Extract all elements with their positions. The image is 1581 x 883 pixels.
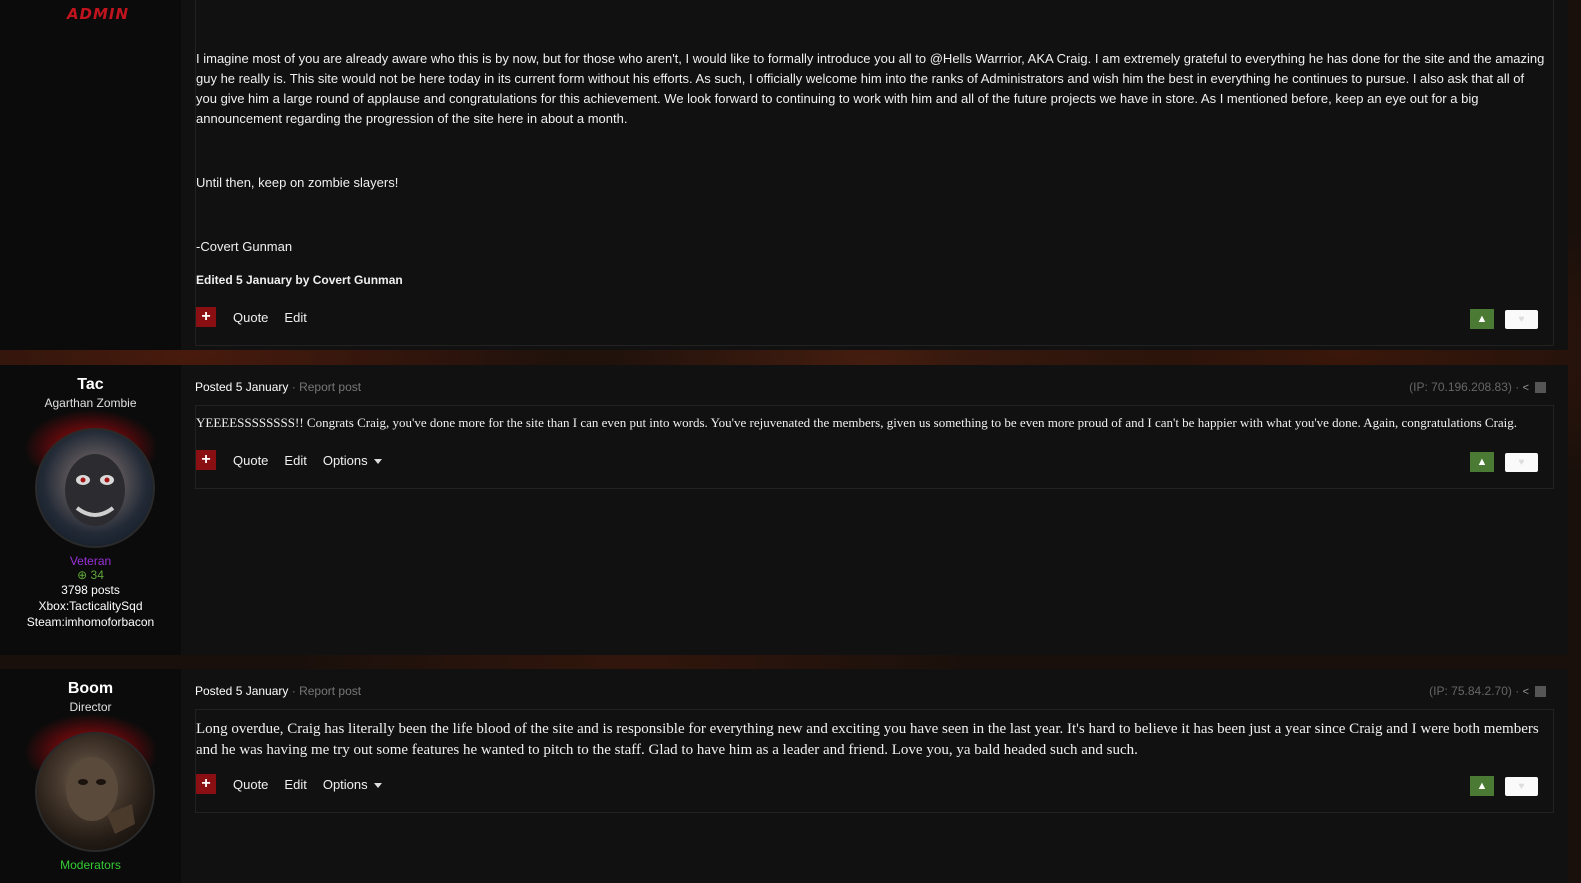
post-paragraph: I imagine most of you are already aware … [196,51,1545,126]
post-count: 3798 posts [61,583,120,597]
author-column: Boom Director Moderators [0,669,181,883]
author-name[interactable]: Tac [0,376,181,394]
post-ip-info: (IP: 75.84.2.70) · < [1429,684,1546,698]
options-menu[interactable]: Options [323,453,382,468]
post-actions: + Quote Edit [196,307,323,327]
xbox-id: Xbox:TacticalitySqd [38,599,143,613]
quote-button[interactable]: Quote [233,310,268,325]
post-meta: Posted 5 January · Report post [195,380,361,394]
edit-button[interactable]: Edit [284,453,306,468]
report-post-link[interactable]: Report post [299,684,361,698]
meta-separator: · [288,380,300,394]
options-label: Options [322,776,368,792]
quote-button[interactable]: Quote [233,777,268,792]
avatar-image [34,428,155,548]
multiquote-checkbox[interactable] [1535,382,1546,394]
post-reply: Tac Agarthan Zombie Veteran ⊕ 34 3798 po… [0,365,1568,655]
share-icon[interactable]: < [1523,382,1529,394]
author-column [0,0,181,350]
options-label: Options [322,452,368,468]
caret-down-icon [373,458,382,464]
upvote-arrow-icon[interactable]: ▲ [1470,776,1494,796]
group-name: Veteran [69,554,112,568]
reputation-controls: ▲ ♥ [1470,452,1538,472]
reputation-plus-icon: ⊕ [77,568,88,582]
author-column: Tac Agarthan Zombie Veteran ⊕ 34 3798 po… [0,365,181,655]
heart-icon[interactable]: ♥ [1505,776,1538,796]
group-name: Moderators [60,858,121,872]
report-post-link[interactable]: Report post [299,380,361,394]
quote-button[interactable]: Quote [233,453,268,468]
ip-address: (IP: 70.196.208.83) · [1409,380,1520,394]
heart-icon[interactable]: ♥ [1505,452,1538,472]
author-name[interactable]: Boom [0,680,181,698]
post-reply: Boom Director Moderators Posted 5 Januar… [0,669,1568,883]
edit-button[interactable]: Edit [284,310,306,325]
post-actions: + Quote Edit Options [196,450,398,470]
post-signature: -Covert Gunman [196,239,293,254]
post-paragraph: Until then, keep on zombie slayers! [196,175,399,190]
meta-separator: · [288,684,300,698]
plus-icon[interactable]: + [196,774,216,794]
multiquote-checkbox[interactable] [1535,686,1546,698]
posted-date[interactable]: Posted 5 January [195,684,288,698]
post-meta: Posted 5 January · Report post [195,684,361,698]
admin-badge: ADMIN [66,5,130,23]
plus-icon[interactable]: + [196,307,216,327]
avatar[interactable] [17,710,164,852]
edited-notice: Edited 5 January by Covert Gunman [196,273,403,287]
reputation: ⊕ 34 [0,568,181,582]
reputation-controls: ▲ ♥ [1470,776,1538,796]
ip-address: (IP: 75.84.2.70) · [1429,684,1520,698]
post-admin-announcement: ADMIN I imagine most of you are already … [0,0,1568,350]
caret-down-icon [373,782,382,788]
post-body: YEEEESSSSSSSS!! Congrats Craig, you've d… [196,415,1518,430]
plus-icon[interactable]: + [196,450,216,470]
options-menu[interactable]: Options [323,777,382,792]
avatar[interactable] [17,406,164,548]
post-body: Long overdue, Craig has literally been t… [196,721,1539,758]
avatar-image [34,732,155,852]
post-ip-info: (IP: 70.196.208.83) · < [1409,380,1546,394]
heart-icon[interactable]: ♥ [1505,309,1538,329]
edit-button[interactable]: Edit [284,777,306,792]
reputation-controls: ▲ ♥ [1470,309,1538,329]
steam-id: Steam:imhomoforbacon [26,615,155,629]
share-icon[interactable]: < [1523,686,1529,698]
upvote-arrow-icon[interactable]: ▲ [1470,309,1494,329]
reputation-value: 34 [90,568,104,582]
upvote-arrow-icon[interactable]: ▲ [1470,452,1494,472]
post-actions: + Quote Edit Options [196,774,398,794]
posted-date[interactable]: Posted 5 January [195,380,288,394]
